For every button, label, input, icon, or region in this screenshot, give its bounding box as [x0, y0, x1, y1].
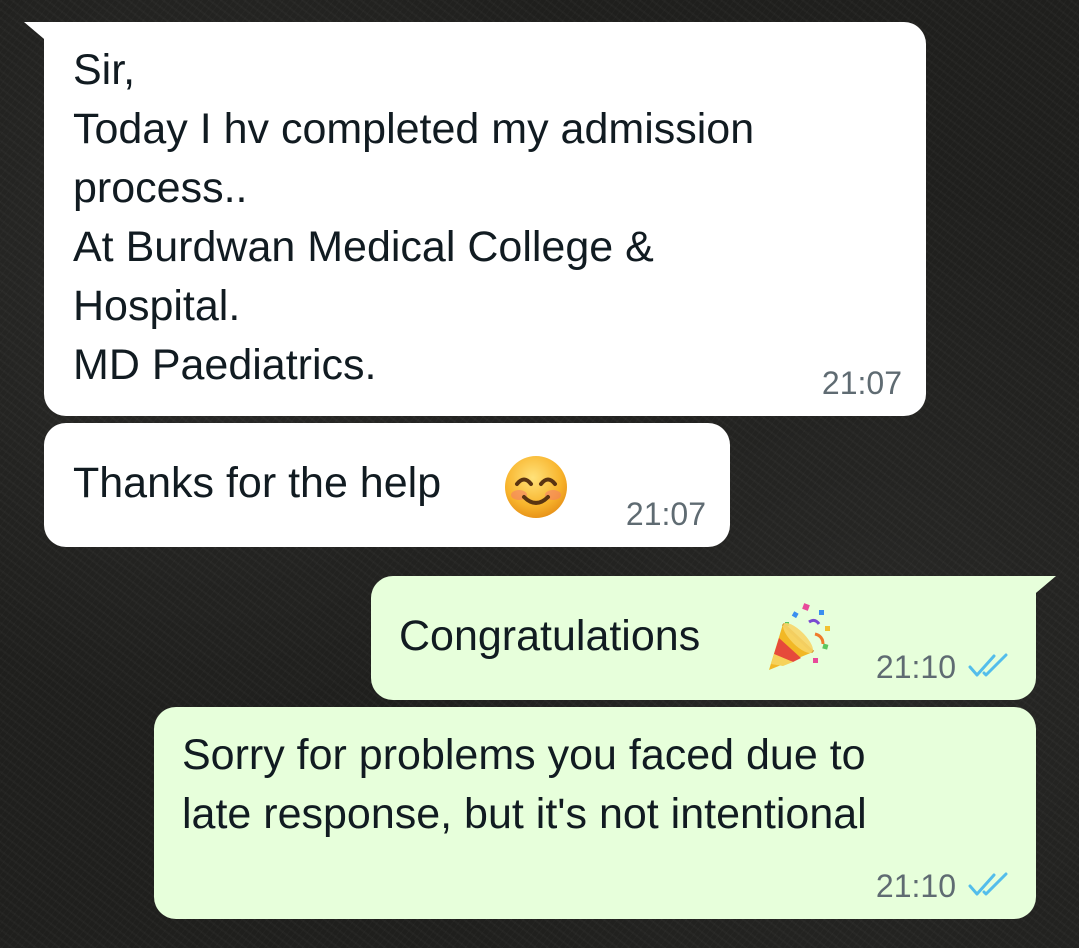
message-line: process..	[73, 164, 248, 212]
message-text: Sorry for problems you faced due to late…	[182, 726, 867, 844]
message-line: Today I hv completed my admission	[73, 105, 755, 153]
message-line: MD Paediatrics.	[73, 341, 377, 389]
read-receipt-double-check-icon	[968, 872, 1008, 896]
message-text: Congratulations	[399, 607, 700, 666]
message-line: late response, but it's not intentional	[182, 790, 867, 838]
message-line: Congratulations	[399, 612, 701, 660]
message-timestamp: 21:07	[625, 496, 706, 532]
message-timestamp: 21:10	[875, 868, 956, 904]
message-timestamp: 21:10	[875, 649, 956, 685]
message-bubble-incoming[interactable]: Sir, Today I hv completed my admission p…	[24, 22, 926, 416]
message-line: Sorry for problems you faced due to	[182, 731, 866, 779]
message-bubble-outgoing[interactable]: Sorry for problems you faced due to late…	[154, 707, 1036, 919]
smiling-face-icon	[505, 456, 567, 518]
bubble-tail	[24, 22, 50, 44]
party-popper-icon	[769, 603, 830, 670]
message-text: Thanks for the help	[73, 454, 441, 513]
message-line: Sir,	[73, 46, 136, 94]
message-text: Sir, Today I hv completed my admission p…	[73, 41, 754, 395]
read-receipt-double-check-icon	[968, 653, 1008, 677]
message-line: Thanks for the help	[73, 459, 442, 507]
message-line: Hospital.	[73, 282, 241, 330]
bubble-tail	[1030, 576, 1056, 598]
message-line: At Burdwan Medical College &	[73, 223, 654, 271]
message-timestamp: 21:07	[821, 365, 902, 401]
message-bubble-incoming[interactable]: Thanks for the help 21:07	[44, 423, 730, 547]
message-bubble-outgoing[interactable]: Congratulations 21:10	[371, 576, 1056, 700]
